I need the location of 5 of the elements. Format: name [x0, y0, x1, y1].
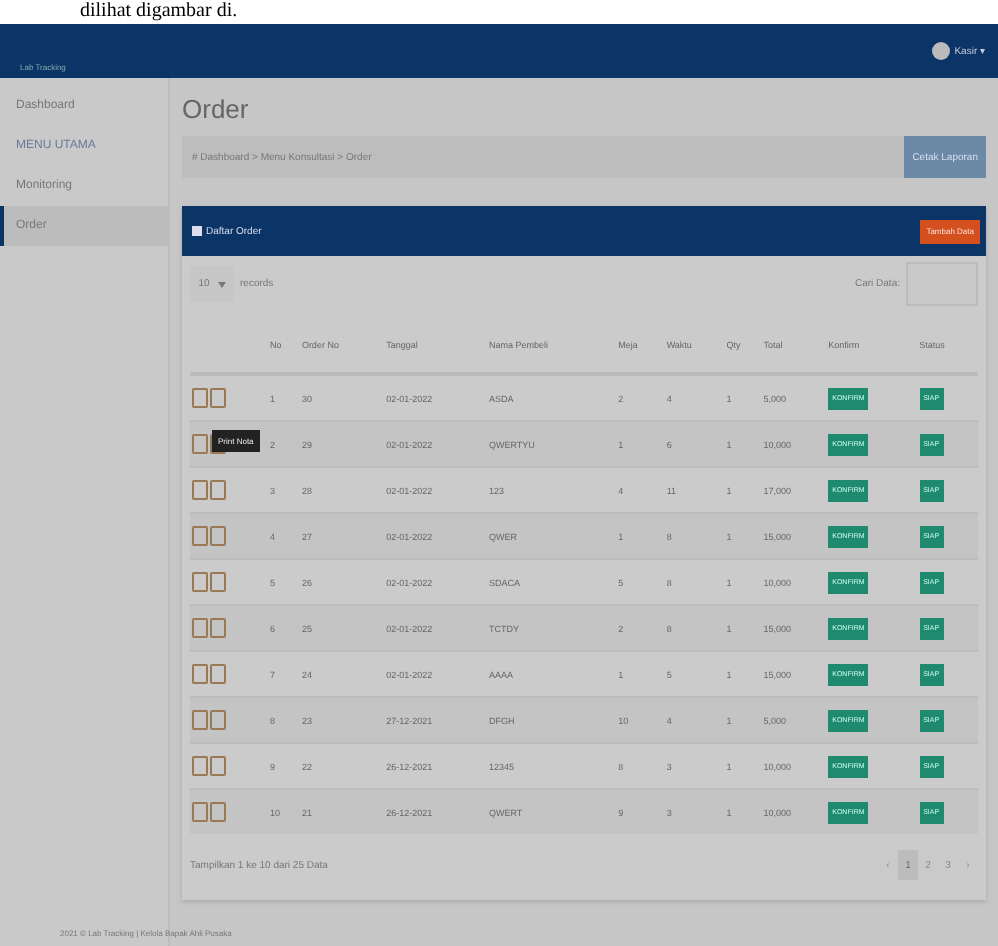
page-title: Order	[182, 94, 251, 124]
caption-text: dilihat digambar di.	[80, 0, 238, 24]
table-icon	[192, 226, 202, 236]
caret-icon	[217, 281, 226, 287]
avatar-icon	[932, 42, 951, 60]
